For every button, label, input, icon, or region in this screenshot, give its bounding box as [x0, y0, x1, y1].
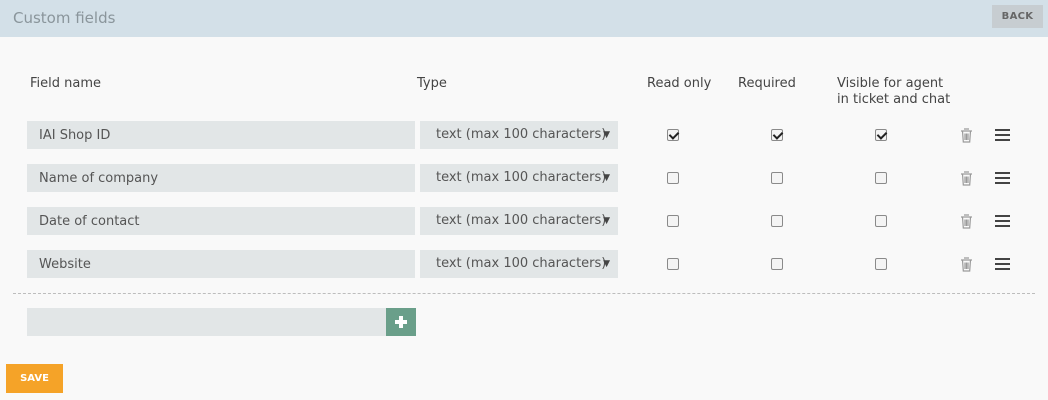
divider — [13, 293, 1035, 294]
field-name-input[interactable] — [27, 250, 415, 278]
field-name-input[interactable] — [27, 207, 415, 235]
required-checkbox[interactable] — [771, 129, 783, 141]
field-type-select[interactable]: text (max 100 characters) ▼ — [420, 121, 618, 149]
menu-icon[interactable] — [995, 129, 1010, 141]
column-header-visible: Visible for agent in ticket and chat — [837, 76, 950, 108]
caret-down-icon: ▼ — [603, 259, 610, 269]
trash-icon[interactable] — [960, 171, 973, 186]
visible-checkbox[interactable] — [875, 172, 887, 184]
visible-checkbox[interactable] — [875, 215, 887, 227]
column-header-visible-line2: in ticket and chat — [837, 92, 951, 107]
menu-icon[interactable] — [995, 172, 1010, 184]
field-row: text (max 100 characters) ▼ — [0, 121, 1048, 149]
required-checkbox[interactable] — [771, 215, 783, 227]
required-checkbox[interactable] — [771, 258, 783, 270]
menu-icon[interactable] — [995, 215, 1010, 227]
field-type-value: text (max 100 characters) — [436, 213, 607, 228]
header-bar: Custom fields BACK — [0, 0, 1048, 37]
trash-icon[interactable] — [960, 214, 973, 229]
caret-down-icon: ▼ — [603, 130, 610, 140]
column-header-type: Type — [417, 76, 447, 91]
column-header-field-name: Field name — [30, 76, 102, 91]
required-checkbox[interactable] — [771, 172, 783, 184]
caret-down-icon: ▼ — [603, 173, 610, 183]
field-type-select[interactable]: text (max 100 characters) ▼ — [420, 207, 618, 235]
trash-icon[interactable] — [960, 257, 973, 272]
field-row: text (max 100 characters) ▼ — [0, 250, 1048, 278]
read-only-checkbox[interactable] — [667, 129, 679, 141]
read-only-checkbox[interactable] — [667, 172, 679, 184]
new-field-input[interactable] — [27, 308, 387, 336]
read-only-checkbox[interactable] — [667, 258, 679, 270]
visible-checkbox[interactable] — [875, 129, 887, 141]
field-name-input[interactable] — [27, 121, 415, 149]
field-type-value: text (max 100 characters) — [436, 127, 607, 142]
field-row: text (max 100 characters) ▼ — [0, 207, 1048, 235]
column-header-required: Required — [738, 76, 796, 91]
field-name-input[interactable] — [27, 164, 415, 192]
column-header-read-only: Read only — [647, 76, 712, 91]
visible-checkbox[interactable] — [875, 258, 887, 270]
field-row: text (max 100 characters) ▼ — [0, 164, 1048, 192]
menu-icon[interactable] — [995, 258, 1010, 270]
add-field-button[interactable] — [386, 308, 416, 336]
caret-down-icon: ▼ — [603, 216, 610, 226]
field-type-select[interactable]: text (max 100 characters) ▼ — [420, 164, 618, 192]
field-type-select[interactable]: text (max 100 characters) ▼ — [420, 250, 618, 278]
read-only-checkbox[interactable] — [667, 215, 679, 227]
page-title: Custom fields — [13, 9, 116, 27]
save-button[interactable]: SAVE — [6, 364, 63, 393]
field-type-value: text (max 100 characters) — [436, 256, 607, 271]
field-type-value: text (max 100 characters) — [436, 170, 607, 185]
trash-icon[interactable] — [960, 128, 973, 143]
back-button[interactable]: BACK — [992, 5, 1043, 28]
column-header-visible-line1: Visible for agent — [837, 76, 944, 91]
